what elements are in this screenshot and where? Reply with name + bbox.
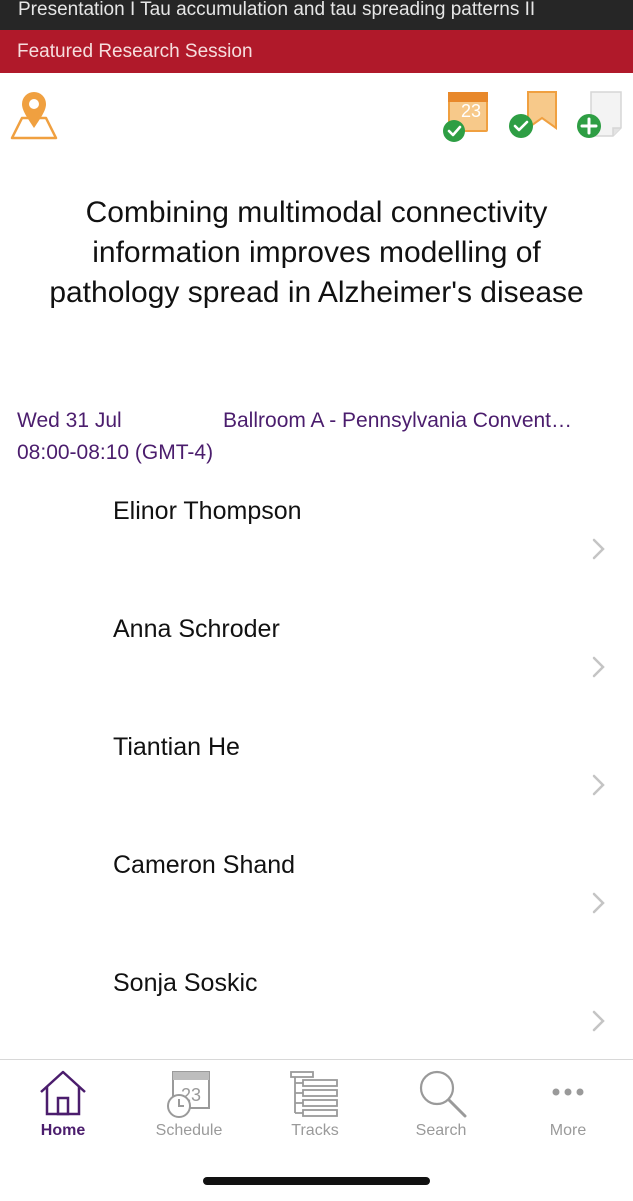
session-date: Wed 31 Jul: [17, 409, 122, 432]
home-indicator[interactable]: [203, 1177, 430, 1185]
author-row[interactable]: Cameron Shand: [0, 841, 633, 959]
chevron-right-icon: [592, 656, 605, 678]
session-time: 08:00-08:10 (GMT-4): [17, 441, 214, 464]
chevron-right-icon: [592, 774, 605, 796]
search-icon: [419, 1070, 467, 1118]
schedule-icon: 23: [167, 1071, 210, 1118]
session-type-label: Featured Research Session: [17, 41, 253, 62]
chevron-right-icon: [592, 892, 605, 914]
tab-tracks[interactable]: Tracks: [252, 1060, 378, 1150]
add-note-icon: [577, 91, 622, 138]
author-name: Tiantian He: [113, 733, 240, 761]
tab-search[interactable]: Search: [378, 1060, 504, 1150]
tracks-icon: [290, 1071, 338, 1117]
author-list: Elinor Thompson Anna Schroder Tiantian H…: [0, 487, 633, 1077]
presentation-header: Presentation I Tau accumulation and tau …: [0, 0, 633, 30]
chevron-right-icon: [592, 538, 605, 560]
author-row[interactable]: Elinor Thompson: [0, 487, 633, 605]
author-name: Cameron Shand: [113, 851, 296, 879]
chevron-right-icon: [592, 1010, 605, 1032]
bookmark-added-icon: [509, 91, 557, 138]
author-row[interactable]: Tiantian He: [0, 723, 633, 841]
session-venue[interactable]: Ballroom A - Pennsylvania Convent…: [223, 405, 617, 437]
map-pin-icon[interactable]: [8, 88, 60, 142]
home-icon: [40, 1070, 86, 1116]
abstract-title: Combining multimodal connectivity inform…: [49, 196, 584, 309]
presentation-title: Presentation I Tau accumulation and tau …: [18, 0, 536, 20]
calendar-day: 23: [460, 101, 482, 121]
author-name: Anna Schroder: [113, 615, 280, 643]
tab-home[interactable]: Home: [0, 1060, 126, 1150]
tab-more[interactable]: More: [505, 1060, 631, 1150]
tab-label: Home: [40, 1122, 86, 1139]
bookmark-button[interactable]: [506, 88, 560, 142]
tab-schedule[interactable]: 23 Schedule: [126, 1060, 252, 1150]
session-type-bar: Featured Research Session: [0, 30, 633, 73]
tab-label: Schedule: [155, 1122, 223, 1139]
author-row[interactable]: Anna Schroder: [0, 605, 633, 723]
add-to-calendar-button[interactable]: 23: [440, 88, 492, 142]
tab-label: Search: [415, 1122, 467, 1139]
author-name: Sonja Soskic: [113, 969, 258, 997]
more-icon: [552, 1088, 584, 1096]
tab-label: More: [549, 1122, 587, 1139]
add-note-button[interactable]: [573, 88, 627, 142]
author-name: Elinor Thompson: [113, 497, 302, 525]
tab-label: Tracks: [291, 1122, 339, 1139]
session-meta: Wed 31 Jul Ballroom A - Pennsylvania Con…: [17, 405, 617, 469]
